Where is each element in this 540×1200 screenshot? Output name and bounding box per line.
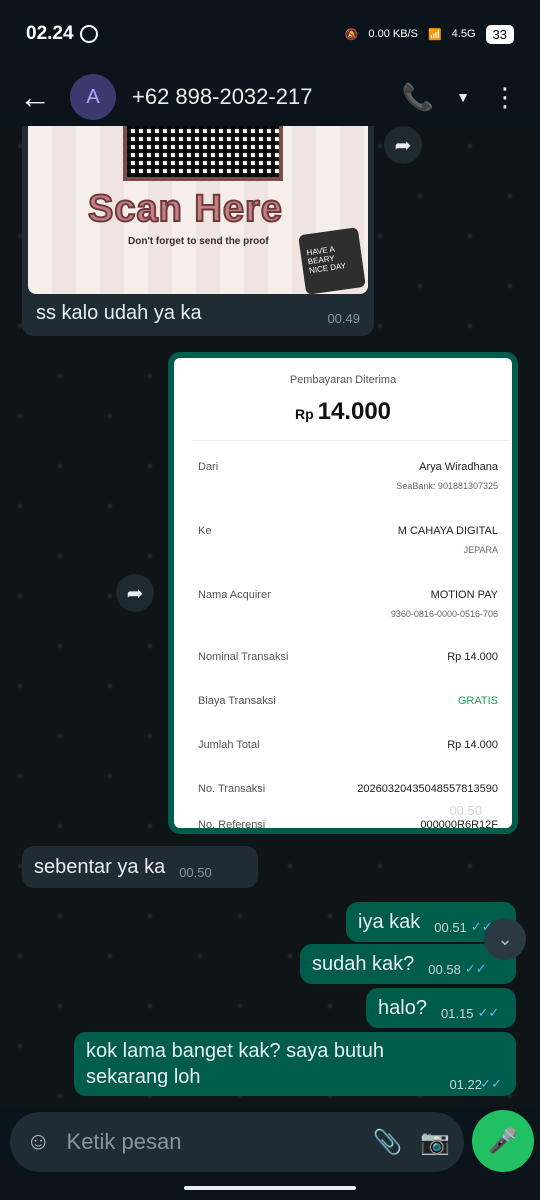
message-time: 01.22	[449, 1077, 482, 1092]
message-out[interactable]: halo? 01.15 ✓✓	[366, 988, 516, 1028]
message-out[interactable]: sudah kak? 00.58 ✓✓	[300, 944, 516, 984]
battery-indicator: 33	[485, 24, 514, 44]
net-speed: 0.00 KB/S	[368, 28, 418, 40]
poster-subtitle: Don't forget to send the proof	[128, 236, 269, 247]
message-receipt-out[interactable]: Pembayaran Diterima Rp 14.000 Dari Arya Wi…	[168, 352, 518, 834]
receipt-amount: Rp 14.000	[294, 398, 392, 425]
avatar[interactable]: A	[70, 74, 116, 120]
receipt-title: Pembayaran Diterima	[289, 374, 397, 386]
mute-icon: 🔕	[344, 28, 359, 41]
poster-title: Scan Here	[87, 187, 283, 231]
message-time: 00.50	[449, 803, 482, 818]
mic-icon: 🎤	[488, 1127, 518, 1155]
sticker-icon[interactable]: ☺	[26, 1128, 51, 1156]
receipt-details: Dari Arya Wiradhana SeaBank: 901881307325 …	[192, 440, 510, 828]
network-type: 4.5G	[451, 28, 476, 40]
message-out[interactable]: kok lama banget kak? saya butuh sekarang…	[74, 1032, 516, 1096]
status-bar: 02.24 🔕 0.00 KB/S 📶 4.5G 33	[0, 0, 540, 68]
call-dropdown-icon[interactable]: ▼	[456, 89, 470, 105]
wifi-icon: 📶	[427, 28, 442, 41]
receipt-row: No. Transaksi 20260320435048557813590	[198, 783, 498, 795]
payment-qr-poster[interactable]: Scan Here Don't forget to send the proof…	[28, 126, 368, 294]
read-receipt-icon: ✓✓	[477, 1005, 500, 1020]
chat-area[interactable]: Scan Here Don't forget to send the proof…	[0, 126, 540, 1108]
message-time: 00.49	[327, 311, 360, 326]
receipt-row: Dari Arya Wiradhana SeaBank: 901881307325	[198, 461, 498, 491]
forward-icon[interactable]: ➦	[116, 574, 154, 612]
message-time: 01.15	[440, 1005, 474, 1021]
message-text: sudah kak?	[312, 952, 415, 975]
receipt-row: Nominal Transaksi Rp 14.000	[198, 651, 498, 663]
poster-badge: HAVE A BEARY NICE DAY	[298, 227, 366, 294]
receipt-row: Ke M CAHAYA DIGITAL JEPARA	[198, 525, 498, 555]
message-image-in[interactable]: Scan Here Don't forget to send the proof…	[22, 126, 374, 336]
chat-header: ← A +62 898-2032-217 📞 ▼ ⋮	[0, 68, 540, 126]
message-composer: ☺ 📎 📷	[10, 1112, 464, 1172]
read-receipt-icon: ✓✓	[480, 1076, 502, 1091]
message-input[interactable]	[66, 1129, 355, 1155]
gesture-bar[interactable]	[184, 1186, 356, 1190]
message-text: ss kalo udah ya ka	[36, 302, 202, 324]
message-text: halo?	[378, 996, 427, 1019]
message-text: sebentar ya ka	[34, 855, 166, 878]
status-time: 02.24	[26, 23, 74, 44]
receipt-row: Biaya Transaksi GRATIS	[198, 695, 498, 707]
back-arrow-icon[interactable]: ←	[0, 79, 70, 116]
message-time: 00.50	[179, 864, 212, 880]
attachment-icon[interactable]: 📎	[373, 1128, 403, 1157]
message-time: 00.58	[428, 961, 461, 977]
camera-icon[interactable]: 📷	[420, 1128, 450, 1157]
message-in[interactable]: sebentar ya ka 00.50	[22, 846, 258, 888]
message-time: 00.51	[434, 919, 467, 935]
message-text: iya kak	[358, 910, 421, 933]
status-icons: 🔕 0.00 KB/S 📶 4.5G 33	[344, 24, 514, 44]
read-receipt-icon: ✓✓	[464, 961, 487, 976]
contact-name[interactable]: +62 898-2032-217	[132, 84, 312, 110]
qr-code	[123, 126, 283, 181]
scroll-to-bottom-button[interactable]: ⌄	[484, 918, 526, 960]
forward-icon[interactable]: ➦	[384, 126, 422, 164]
message-text: kok lama banget kak? saya butuh sekarang…	[86, 1040, 384, 1088]
whatsapp-status-icon	[79, 25, 98, 43]
payment-receipt: Pembayaran Diterima Rp 14.000 Dari Arya Wi…	[174, 358, 512, 828]
mic-button[interactable]: 🎤	[472, 1110, 534, 1172]
receipt-row: No. Referensi 000000R6R12F	[198, 819, 498, 828]
receipt-row: Nama Acquirer MOTION PAY 9360-0816-0000-05…	[198, 589, 498, 619]
receipt-row: Jumlah Total Rp 14.000	[198, 739, 498, 751]
phone-icon[interactable]: 📞	[402, 82, 434, 113]
more-options-icon[interactable]: ⋮	[492, 82, 518, 113]
